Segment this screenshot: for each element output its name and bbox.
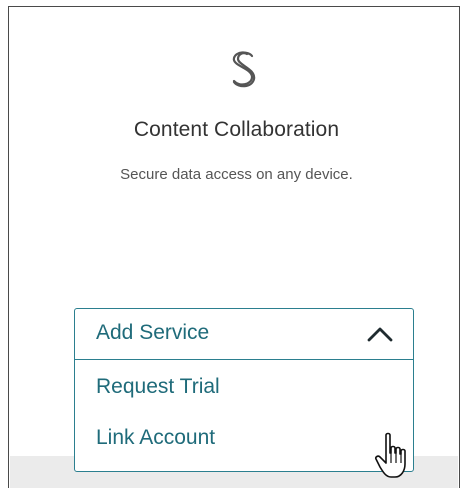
content-collaboration-logo-icon	[232, 51, 256, 88]
add-service-dropdown-toggle[interactable]: Add Service	[75, 309, 413, 360]
hand-pointer-icon	[375, 432, 406, 478]
chevron-up-icon	[367, 327, 393, 342]
card-subtitle: Secure data access on any device.	[120, 166, 353, 183]
menu-item-request-trial[interactable]: Request Trial	[96, 375, 220, 399]
card-title: Content Collaboration	[133, 118, 340, 141]
service-tile-screen: Content Collaboration Secure data access…	[0, 0, 473, 488]
add-service-label: Add Service	[96, 321, 210, 344]
menu-item-link-account[interactable]: Link Account	[96, 426, 215, 450]
add-service-dropdown: Add Service Request Trial Link Account	[74, 308, 414, 472]
